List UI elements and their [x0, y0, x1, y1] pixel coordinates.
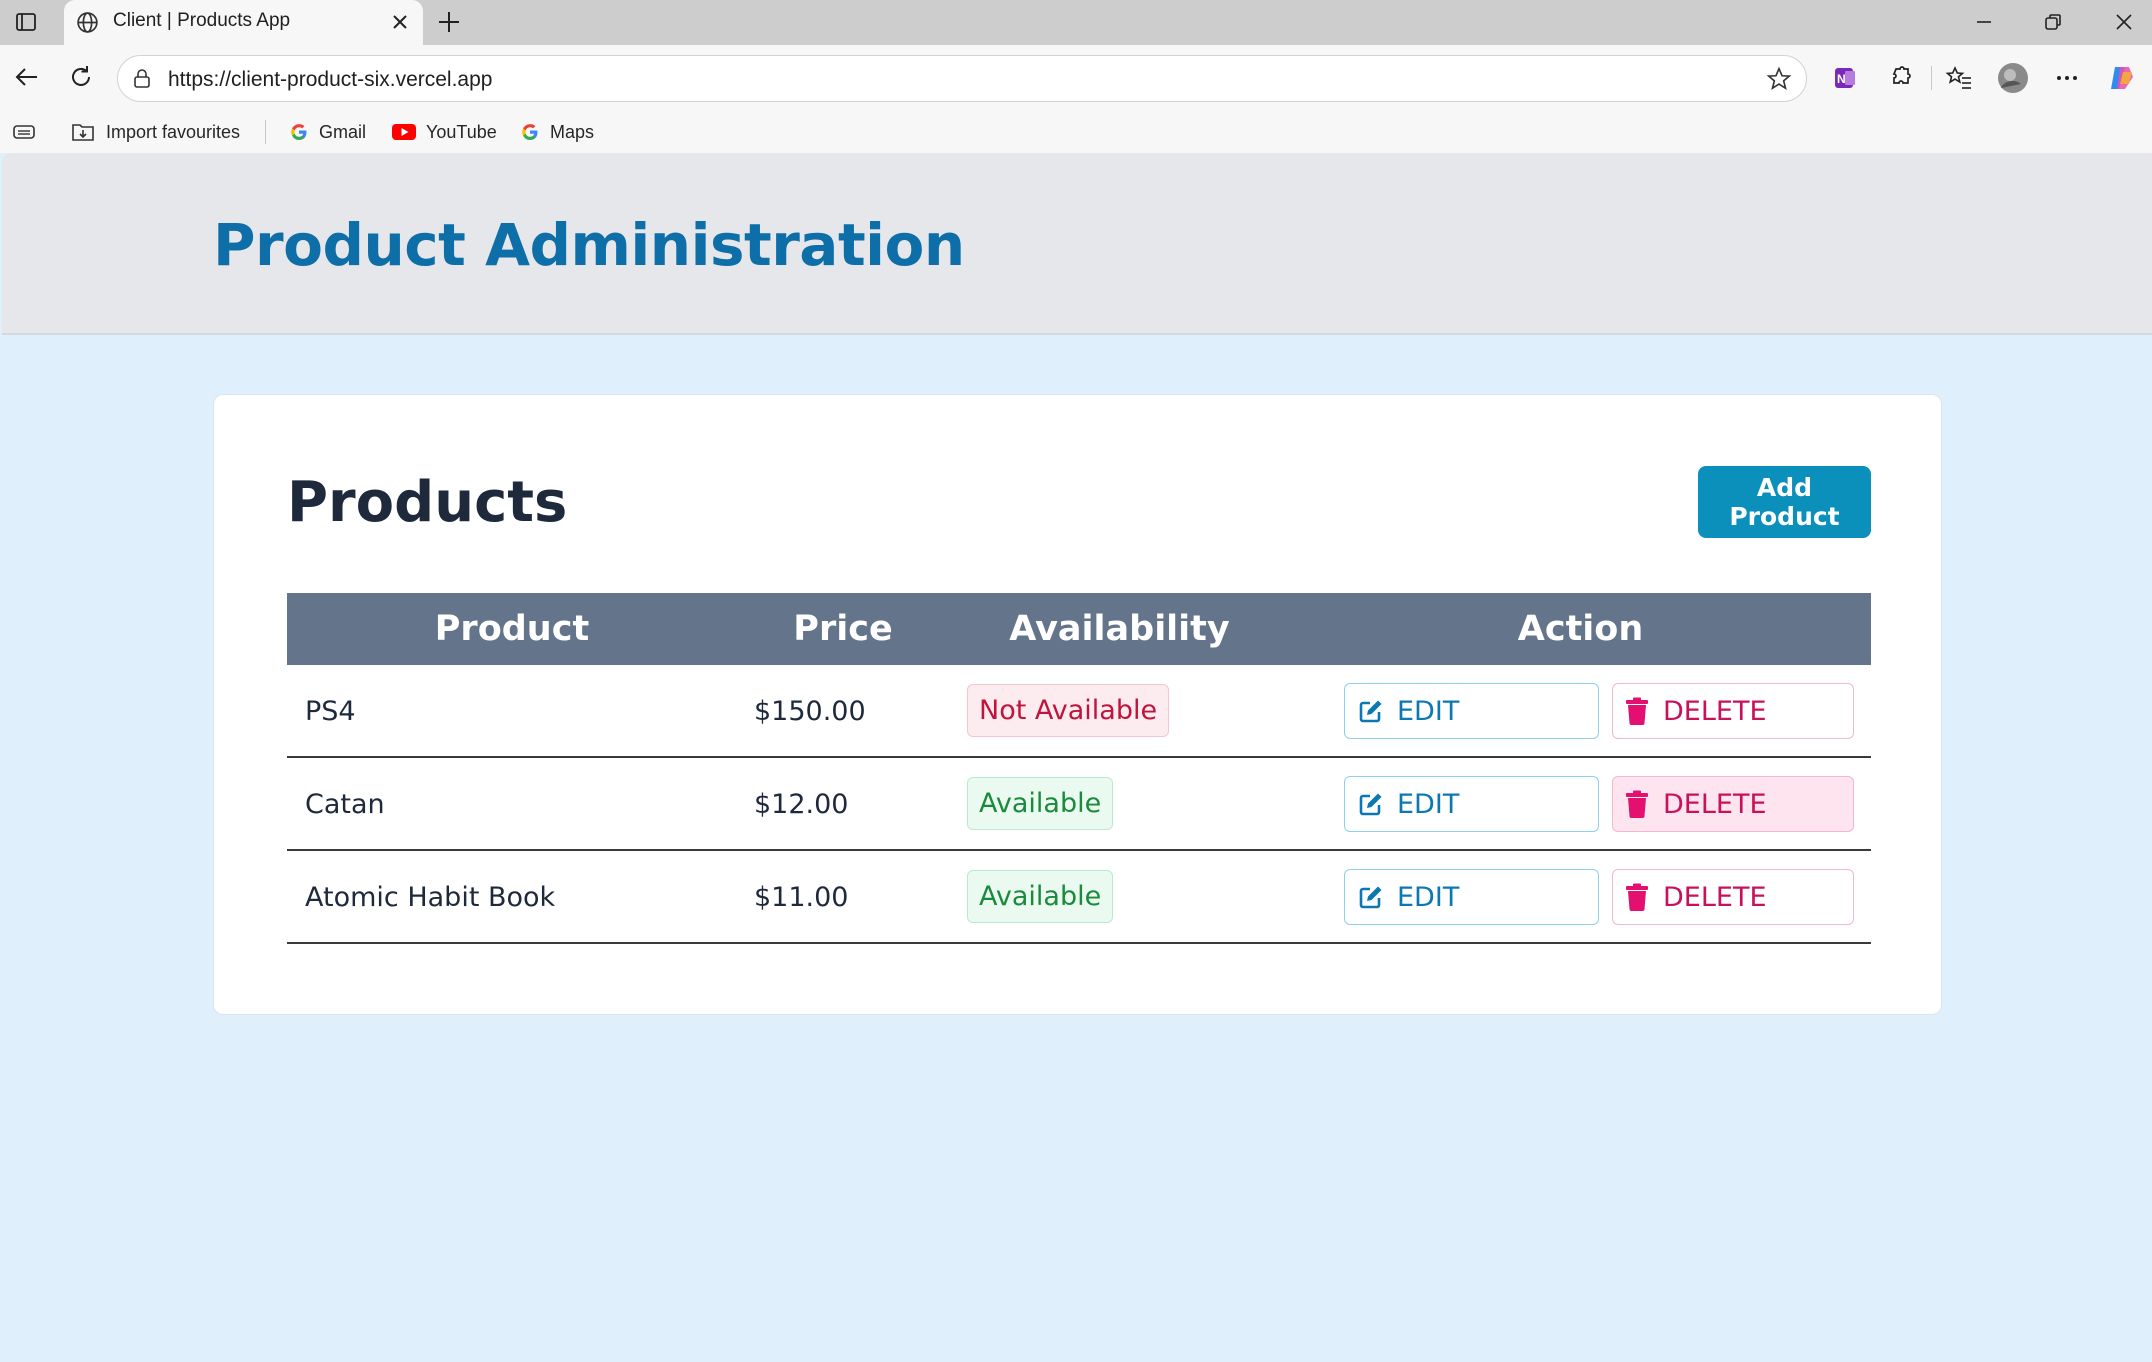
availability-badge: Available [967, 870, 1114, 923]
restore-icon[interactable] [2041, 10, 2065, 34]
trash-icon [1626, 697, 1648, 725]
favorites-icon[interactable] [1943, 62, 1975, 94]
bookmark-gmail[interactable]: Gmail [289, 117, 366, 147]
edit-label: EDIT [1397, 881, 1460, 913]
bookmark-maps[interactable]: Maps [520, 117, 594, 147]
browser-tab[interactable]: Client | Products App [64, 0, 423, 45]
browser-toolbar: https://client-product-six.vercel.app N [0, 45, 2152, 111]
toolbar-divider [1931, 66, 1932, 90]
edit-button[interactable]: EDIT [1344, 683, 1599, 739]
products-card: Products Add Product Product Price Avail… [213, 394, 1942, 1015]
url-text[interactable]: https://client-product-six.vercel.app [168, 68, 492, 92]
bookmark-import-favourites[interactable]: Import favourites [70, 117, 240, 147]
new-tab-icon[interactable] [436, 9, 462, 35]
product-price: $150.00 [754, 696, 866, 727]
page-title: Product Administration [213, 211, 965, 279]
app-header: Product Administration [2, 153, 2152, 335]
bookmarks-divider [265, 120, 266, 144]
back-arrow-icon[interactable] [12, 62, 42, 92]
more-options-icon[interactable] [2051, 62, 2083, 94]
edit-icon [1359, 886, 1382, 909]
address-bar[interactable]: https://client-product-six.vercel.app [117, 55, 1807, 102]
trash-icon [1626, 790, 1648, 818]
product-price: $12.00 [754, 789, 849, 820]
browser-titlebar: Client | Products App [0, 0, 2152, 45]
extensions-icon[interactable] [1884, 62, 1916, 94]
edit-button[interactable]: EDIT [1344, 776, 1599, 832]
availability-badge: Not Available [967, 684, 1170, 737]
bookmarks-bar: Import favourites Gmail YouTube Maps [0, 111, 2152, 153]
edit-icon [1359, 793, 1382, 816]
edit-icon [1359, 700, 1382, 723]
product-name: Atomic Habit Book [305, 882, 556, 913]
profile-avatar-icon[interactable] [1997, 62, 2029, 94]
reading-view-icon[interactable] [12, 122, 36, 142]
onenote-icon[interactable]: N [1829, 62, 1861, 94]
edit-label: EDIT [1397, 695, 1460, 727]
table-row: Atomic Habit Book $11.00 Available EDIT [287, 851, 1871, 944]
page-viewport: Product Administration Products Add Prod… [2, 153, 2152, 1362]
products-table: Product Price Availability Action PS4 $1… [287, 593, 1871, 944]
table-header: Product Price Availability Action [287, 593, 1871, 665]
trash-icon [1626, 883, 1648, 911]
copilot-icon[interactable] [2106, 62, 2138, 94]
site-info-icon[interactable] [130, 67, 154, 91]
google-icon [291, 124, 307, 140]
product-name: PS4 [305, 696, 356, 727]
availability-badge: Available [967, 777, 1114, 830]
edit-label: EDIT [1397, 788, 1460, 820]
column-header-availability: Availability [1009, 609, 1230, 649]
bookmark-label: Maps [550, 121, 595, 142]
delete-label: DELETE [1663, 788, 1767, 820]
product-price: $11.00 [754, 882, 849, 913]
refresh-icon[interactable] [66, 62, 96, 92]
bookmark-youtube[interactable]: YouTube [392, 117, 497, 147]
close-window-icon[interactable] [2112, 10, 2136, 34]
edit-button[interactable]: EDIT [1344, 869, 1599, 925]
svg-text:N: N [1837, 72, 1846, 86]
bookmark-label: Gmail [319, 121, 367, 142]
import-icon [72, 124, 94, 141]
table-row: PS4 $150.00 Not Available EDIT DELETE [287, 665, 1871, 758]
delete-button[interactable]: DELETE [1612, 869, 1854, 925]
tab-actions-icon[interactable] [14, 10, 38, 34]
close-tab-icon[interactable] [390, 12, 410, 32]
delete-label: DELETE [1663, 881, 1767, 913]
add-product-button[interactable]: Add Product [1698, 466, 1871, 538]
product-name: Catan [305, 789, 385, 820]
favorite-star-icon[interactable] [1766, 66, 1792, 92]
table-row: Catan $12.00 Available EDIT DELETE [287, 758, 1871, 851]
column-header-product: Product [434, 609, 590, 649]
youtube-icon [392, 124, 416, 140]
column-header-price: Price [793, 609, 893, 649]
delete-button[interactable]: DELETE [1612, 683, 1854, 739]
bookmark-label: Import favourites [106, 121, 241, 142]
bookmark-label: YouTube [426, 121, 497, 142]
minimize-icon[interactable] [1972, 10, 1996, 34]
google-icon [522, 124, 538, 140]
products-heading: Products [287, 470, 568, 535]
column-header-action: Action [1517, 609, 1644, 649]
globe-icon [77, 12, 98, 33]
delete-label: DELETE [1663, 695, 1767, 727]
delete-button[interactable]: DELETE [1612, 776, 1854, 832]
tab-title: Client | Products App [113, 10, 291, 31]
